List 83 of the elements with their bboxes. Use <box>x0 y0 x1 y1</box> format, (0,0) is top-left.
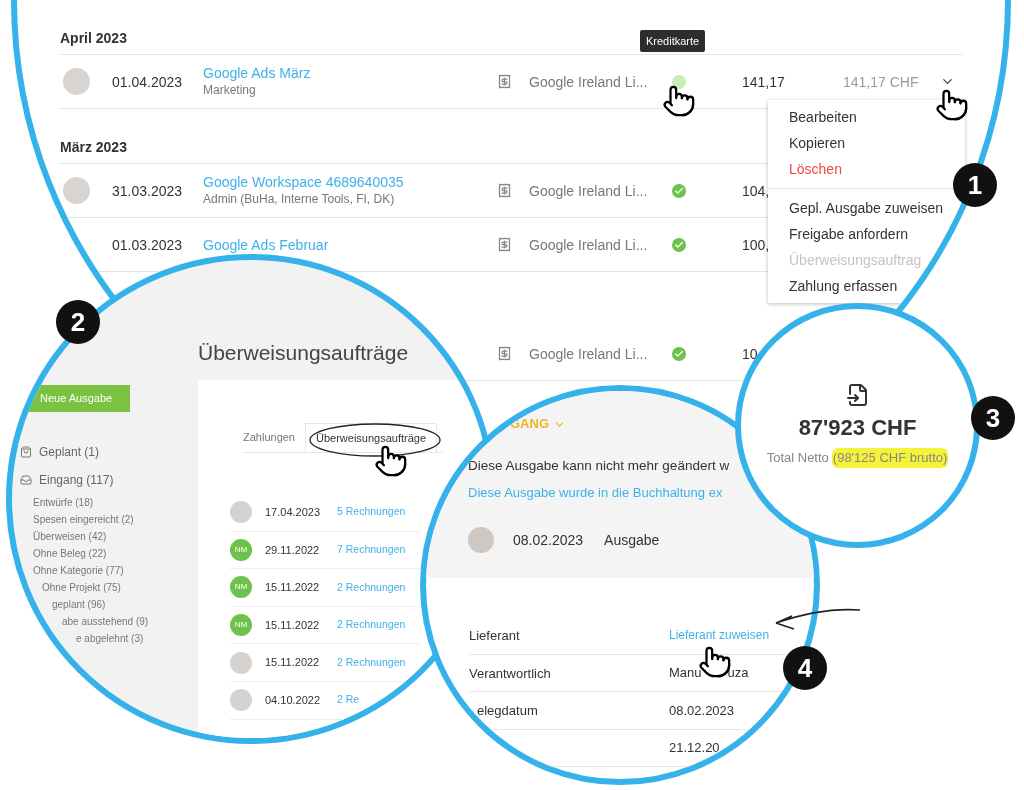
sidebar-subitem[interactable]: Ohne Beleg (22) <box>20 545 107 562</box>
step-number-badge: 1 <box>953 163 997 207</box>
invoices-link[interactable]: 2 Rechnungen <box>337 579 406 596</box>
amount: 10 <box>742 345 758 362</box>
menu-item[interactable]: Bearbeiten <box>789 104 857 130</box>
bag-icon <box>20 446 32 458</box>
menu-item[interactable]: Zahlung erfassen <box>789 273 898 299</box>
receipt-icon <box>497 183 512 198</box>
amount: 141,17 <box>742 73 785 90</box>
order-date: 15.11.2022 <box>265 617 321 633</box>
sidebar-subitem[interactable]: Überweisen (42) <box>20 528 107 545</box>
step-number-badge: 2 <box>56 300 100 344</box>
invoices-link[interactable]: 2 Rechnungen <box>337 654 406 671</box>
sidebar-subitem[interactable]: Ohne Projekt (75) <box>20 579 121 596</box>
receipt-icon <box>497 237 512 252</box>
sidebar-subitem[interactable]: Ohne Kategorie (77) <box>20 562 124 579</box>
invoices-link[interactable]: 2 Rechnungen <box>337 617 406 633</box>
step-number-badge: 3 <box>971 396 1015 440</box>
expense-date: 08.02.2023 <box>513 530 584 550</box>
order-date: 29.11.2022 <box>265 542 321 558</box>
expense-title-link[interactable]: Google Workspace 4689640035 <box>203 173 404 191</box>
field-label: Lieferant <box>469 628 520 644</box>
month-heading: April 2023 <box>60 30 127 46</box>
sidebar-subitem[interactable]: abe ausstehend (9) <box>20 613 149 630</box>
menu-item[interactable]: Kopieren <box>789 130 846 156</box>
field-label: elegdatum <box>477 703 538 719</box>
initials-avatar: NM <box>230 614 252 637</box>
gross-amount: 141,17 CHF <box>843 73 919 90</box>
expense-subtitle: Admin (BuHa, Interne Tools, FI, DK) <box>203 191 395 208</box>
hand-cursor-icon <box>662 84 696 118</box>
invoices-link[interactable]: 5 Rechnungen <box>337 504 406 521</box>
step-number-badge: 4 <box>783 646 827 690</box>
expense-title-link[interactable]: Google Ads März <box>203 64 311 82</box>
menu-item[interactable]: Gepl. Ausgabe zuweisen <box>789 195 944 221</box>
month-heading: März 2023 <box>60 139 127 155</box>
locked-notice: Diese Ausgabe kann nicht mehr geändert w <box>468 457 730 475</box>
file-import-icon <box>845 383 870 408</box>
menu-item[interactable]: Freigabe anfordern <box>789 221 909 247</box>
amount: 100, <box>742 236 770 253</box>
hand-cursor-icon <box>374 444 408 478</box>
sidebar-subitem[interactable]: geplant (96) <box>20 596 106 613</box>
export-link[interactable]: Diese Ausgabe wurde in die Buchhaltung ex <box>468 483 723 503</box>
row-date: 01.04.2023 <box>112 73 183 90</box>
field-value: 21.12.20 <box>669 739 720 757</box>
expense-title-link[interactable]: Google Ads Februar <box>203 235 329 254</box>
row-date: 01.03.2023 <box>112 236 183 253</box>
sidebar-subitem[interactable]: e abgelehnt (3) <box>20 630 144 647</box>
order-date: 15.11.2022 <box>265 655 321 671</box>
row-date: 31.03.2023 <box>112 182 183 199</box>
sidebar-item[interactable]: Geplant (1) <box>39 443 100 461</box>
new-expense-button[interactable]: Neue Ausgabe <box>28 385 130 412</box>
field-label: Verantwortlich <box>469 665 551 681</box>
order-date: 17.04.2023 <box>265 505 322 521</box>
invoices-link[interactable]: 2 Re <box>337 692 360 709</box>
assign-vendor-link[interactable]: Lieferant zuweisen <box>669 626 770 645</box>
order-date: 04.10.2022 <box>265 693 322 708</box>
receipt-icon <box>497 74 512 89</box>
order-date: 15.11.2022 <box>265 580 321 596</box>
page-title: Überweisungsaufträge <box>198 340 409 366</box>
tab[interactable]: Zahlungen <box>243 423 305 452</box>
initials-avatar: NM <box>230 538 252 561</box>
highlighted-gross-total: (98'125 CHF brutto) <box>831 448 949 468</box>
inbox-icon <box>20 474 32 486</box>
vendor-name: Google Ireland Li... <box>529 73 648 90</box>
vendor-name: Google Ireland Li... <box>529 236 648 253</box>
amount: 104, <box>742 182 770 199</box>
sidebar-subitem[interactable]: Spesen eingereicht (2) <box>20 511 134 528</box>
vendor-name: Google Ireland Li... <box>529 345 648 362</box>
expense-type: Ausgabe <box>604 530 660 550</box>
invoices-link[interactable]: 7 Rechnungen <box>337 542 406 558</box>
field-value: uza <box>727 664 749 682</box>
avatar <box>468 527 494 553</box>
receipt-icon <box>497 346 512 361</box>
sidebar-subitem[interactable]: Entwürfe (18) <box>20 494 94 511</box>
field-value: Manu <box>669 664 702 682</box>
total-amount: 87'923 CHF <box>798 414 917 443</box>
field-value: 08.02.2023 <box>669 701 735 720</box>
sidebar-item[interactable]: Eingang (117) <box>39 471 114 489</box>
vendor-name: Google Ireland Li... <box>529 182 648 199</box>
initials-avatar: NM <box>230 576 252 599</box>
tooltip: Kreditkarte <box>640 29 706 52</box>
total-label: Total Netto <box>766 449 829 468</box>
expense-subtitle: Marketing <box>203 82 256 99</box>
